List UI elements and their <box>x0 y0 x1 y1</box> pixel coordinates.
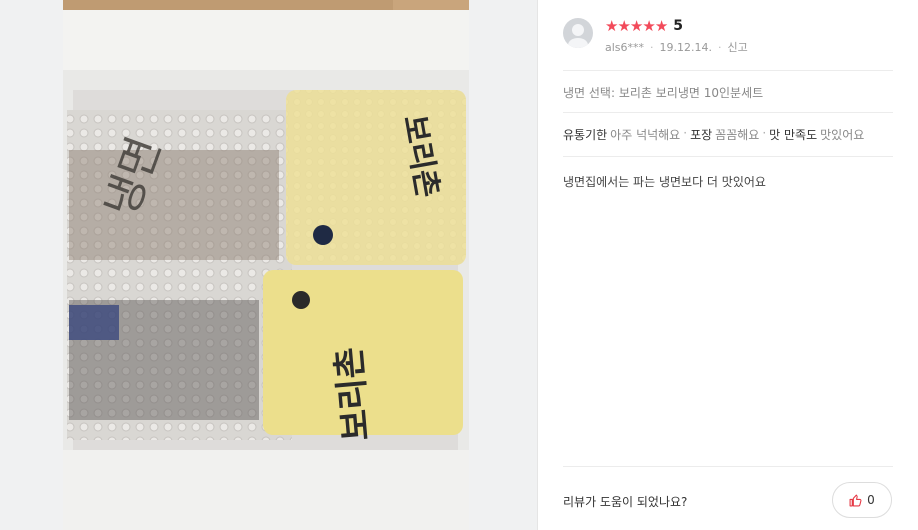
star-icon: ★ <box>629 17 643 35</box>
tag-key: 포장 <box>690 128 713 142</box>
tag-value: 꼼꼼해요 <box>715 128 760 142</box>
review-body: 냉면집에서는 파는 냉면보다 더 맛있어요 <box>563 175 766 189</box>
review-meta: als6*** · 19.12.14. · 신고 <box>605 39 748 55</box>
tag-value: 맛있어요 <box>820 128 865 142</box>
helpful-question: 리뷰가 도움이 되었나요? <box>563 495 688 509</box>
star-icon: ★ <box>654 17 668 35</box>
review-photo[interactable]: 냉면 보리촌 보리촌 <box>63 0 469 530</box>
divider <box>563 112 893 113</box>
photo-panel: 냉면 보리촌 보리촌 <box>0 0 537 530</box>
tag-value: 아주 넉넉해요 <box>610 128 681 142</box>
review-photo-image: 냉면 보리촌 보리촌 <box>63 0 469 530</box>
star-icon: ★ <box>605 17 618 35</box>
purchase-option: 냉면 선택: 보리촌 보리냉면 10인분세트 <box>563 86 764 100</box>
review-panel: ★ ★ ★ ★ ★ 5 als6*** · 19.12.14. · 신고 냉면 … <box>537 0 918 530</box>
rating: ★ ★ ★ ★ ★ 5 <box>605 17 683 35</box>
divider <box>563 156 893 157</box>
review-tags: 유통기한 아주 넉넉해요 · 포장 꼼꼼해요 · 맛 만족도 맛있어요 <box>563 126 865 142</box>
divider <box>563 466 893 467</box>
review-date: 19.12.14. <box>659 40 713 54</box>
tag-key: 맛 만족도 <box>769 128 818 142</box>
star-icon: ★ <box>617 17 630 35</box>
like-count: 0 <box>867 493 875 507</box>
rating-score: 5 <box>673 18 684 34</box>
like-button[interactable]: 0 <box>832 482 892 518</box>
package-text-bottom: 보리촌 <box>329 346 377 443</box>
avatar-icon <box>568 24 588 48</box>
review-viewer: 냉면 보리촌 보리촌 ★ ★ ★ ★ ★ 5 als6*** · 19.12.1… <box>0 0 918 530</box>
avatar <box>563 18 593 48</box>
tag-key: 유통기한 <box>563 128 608 142</box>
thumbs-up-icon <box>849 494 862 506</box>
divider <box>563 70 893 71</box>
report-link[interactable]: 신고 <box>728 39 748 55</box>
star-icon: ★ <box>642 17 655 35</box>
author-id: als6*** <box>605 40 645 54</box>
